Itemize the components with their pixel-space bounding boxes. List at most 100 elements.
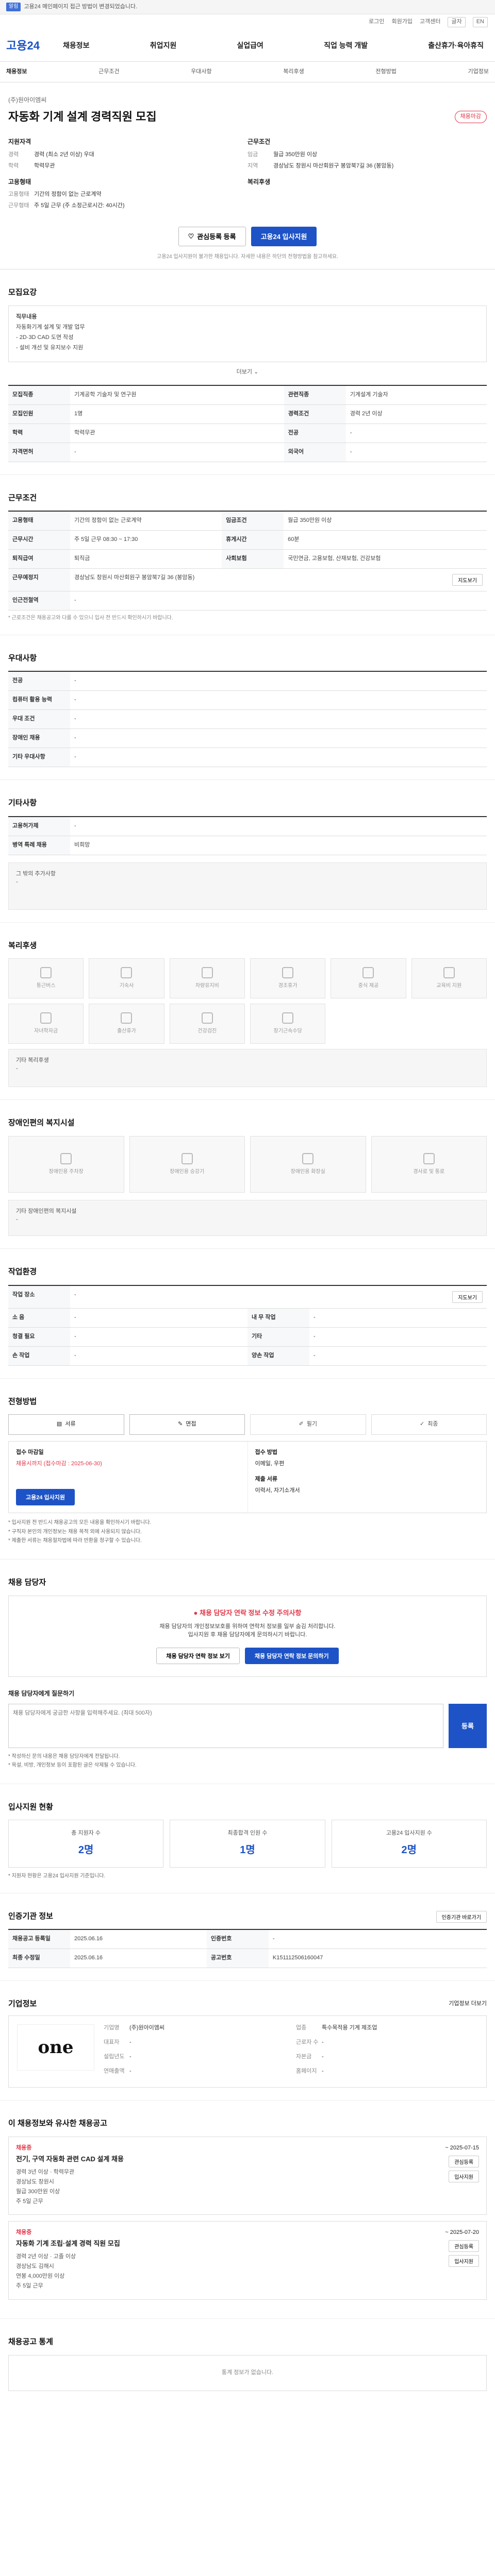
recruit-section: 모집요강 직무내용 자동화기계 설계 및 개발 업무 - 2D·3D CAD 도… xyxy=(0,269,495,475)
info-value: - xyxy=(322,2068,324,2075)
inquiry-input[interactable] xyxy=(8,1703,443,1748)
method-heading: 접수 방법 xyxy=(255,1449,278,1456)
gnb-benefit[interactable]: 실업급여 xyxy=(237,40,263,50)
deadline-value: 채용시까지 (접수마감 : 2025-06-30) xyxy=(16,1461,102,1467)
interest-button[interactable]: ♡ 관심등록 등록 xyxy=(178,226,246,246)
note-line: * 작성하신 문의 내용은 채용 담당자에게 전달됩니다. xyxy=(8,1753,120,1759)
table-row: 우대 조건 - xyxy=(8,709,487,730)
welfare-label: 출산휴가 xyxy=(117,1028,136,1035)
list-item[interactable]: 채용중 전기, 구역 자동화 관련 CAD 설계 채용 경력 3년 이상 · 학… xyxy=(8,2136,487,2215)
check-icon: ✓ xyxy=(420,1421,425,1428)
map-button[interactable]: 지도보기 xyxy=(452,574,483,586)
row-key: 컴퓨터 활용 능력 xyxy=(8,690,70,710)
process-notes: * 입사지원 전 반드시 채용공고의 모든 내용을 확인하시기 바랍니다. * … xyxy=(8,1519,487,1545)
row-key: 근무예정지 xyxy=(8,568,70,592)
tab-conditions[interactable]: 근무조건 xyxy=(98,68,119,76)
row-key: 경력조건 xyxy=(284,404,346,424)
row-key: 양손 작업 xyxy=(248,1346,309,1366)
tab-process[interactable]: 전형방법 xyxy=(375,68,396,76)
map-button[interactable]: 지도보기 xyxy=(452,1291,483,1303)
more-link[interactable]: 더보기 ⌄ xyxy=(8,368,487,377)
gnb-support[interactable]: 취업지원 xyxy=(150,40,177,50)
duty-line: 자동화기계 설계 및 개발 업무 xyxy=(16,324,85,330)
etc-table: 고용허가제 - 병역 특례 채용 비희망 xyxy=(8,816,487,855)
facility-extra: 기타 장애인편의 복지시설 - xyxy=(8,1200,487,1236)
rec-title[interactable]: 전기, 구역 자동화 관련 CAD 설계 채용 xyxy=(16,2155,124,2164)
rec-date: ~ 2025-07-15 xyxy=(445,2144,479,2151)
company-logo: one xyxy=(17,2024,94,2071)
row-key: 자격면허 xyxy=(8,443,70,462)
book-icon xyxy=(443,967,455,979)
warning-line: 채용 담당자의 개인정보보호를 위하여 연락처 정보를 일부 숨김 처리합니다. xyxy=(159,1623,336,1630)
table-row: 소 음-내 무 작업 - xyxy=(8,1308,487,1328)
cond-key: 지역 xyxy=(248,162,258,169)
row-key: 기타 xyxy=(248,1327,309,1347)
table-row: 학력 학력무관 전공 - xyxy=(8,423,487,443)
step-final: ✓ 최종 xyxy=(371,1414,487,1435)
condition-summary: 근무조건 임금 월급 350만원 이상 지역 경상남도 창원시 마산회원구 봉암북7… xyxy=(248,138,487,213)
rec-interest-button[interactable]: 관심등록 xyxy=(449,2155,479,2167)
table-row: 컴퓨터 활용 능력 - xyxy=(8,690,487,710)
view-contact-button[interactable]: 채용 담당자 연락 정보 보기 xyxy=(156,1648,240,1665)
gnb-leave[interactable]: 출산휴가·육아휴직 xyxy=(428,40,484,50)
table-row: 채용공고 등록일 2025.06.16 인증번호 - xyxy=(8,1929,487,1949)
tab-company[interactable]: 기업정보 xyxy=(468,68,488,76)
rec-meta: 연봉 4,000만원 이상 xyxy=(16,2273,65,2280)
rec-interest-button[interactable]: 관심등록 xyxy=(449,2240,479,2252)
row-key: 병역 특례 채용 xyxy=(8,836,70,855)
process-apply-button[interactable]: 고용24 입사지원 xyxy=(16,1489,75,1506)
row-key: 사회보험 xyxy=(222,549,284,569)
row-value: 비희망 xyxy=(70,836,487,855)
card-label: 최종합격 인원 수 xyxy=(227,1830,268,1837)
welfare-grid: 통근버스 기숙사 차량유지비 경조휴가 중식 제공 교육비 지원 xyxy=(8,958,487,999)
duty-heading: 직무내용 xyxy=(16,314,37,320)
status-card: 최종합격 인원 수 1명 xyxy=(170,1820,325,1868)
rec-meta: 월급 300만원 이상 xyxy=(16,2188,60,2195)
info-key: 기업명 xyxy=(104,2025,120,2031)
row-value: - xyxy=(309,1308,487,1328)
extra-value: - xyxy=(16,1065,18,1072)
tab-recruit[interactable]: 채용정보 xyxy=(6,68,27,76)
info-key: 대표자 xyxy=(104,2039,120,2046)
tab-preference[interactable]: 우대사항 xyxy=(191,68,211,76)
language-button[interactable]: EN xyxy=(472,17,488,27)
help-link[interactable]: 고객센터 xyxy=(420,18,440,26)
rec-apply-button[interactable]: 입사지원 xyxy=(449,2255,479,2267)
company-more-link[interactable]: 기업정보 더보기 xyxy=(449,2000,487,2008)
apply-button[interactable]: 고용24 입사지원 xyxy=(251,226,317,246)
ask-contact-button[interactable]: 채용 담당자 연락 정보 문의하기 xyxy=(244,1648,339,1665)
welfare-item-maternity: 출산휴가 xyxy=(89,1004,164,1044)
rec-title[interactable]: 자동화 기계 조립·설계 경력 직원 모집 xyxy=(16,2239,120,2249)
qual-heading: 지원자격 xyxy=(8,138,31,146)
table-row: 자격면허 - 외국어 - xyxy=(8,443,487,462)
inquiry-submit-button[interactable]: 등록 xyxy=(449,1703,487,1748)
tab-welfare[interactable]: 복리후생 xyxy=(283,68,304,76)
notice-text[interactable]: 고용24 메인페이지 접근 방법이 변경되었습니다. xyxy=(24,3,137,11)
row-key: 소 음 xyxy=(8,1308,70,1328)
welfare-item-longterm: 장기근속수당 xyxy=(250,1004,326,1044)
gnb-training[interactable]: 직업 능력 개발 xyxy=(324,40,368,50)
welfare-label: 기숙사 xyxy=(119,983,134,989)
company-name[interactable]: (주)원아이엠씨 xyxy=(8,96,487,105)
site-logo[interactable]: 고용24 xyxy=(6,38,63,54)
row-value: 국민연금, 고용보험, 산재보험, 건강보험 xyxy=(284,549,487,569)
signup-link[interactable]: 회원가입 xyxy=(392,18,412,26)
gnb-jobs[interactable]: 채용정보 xyxy=(63,40,90,50)
row-key: 관련직종 xyxy=(284,385,346,405)
row-key: 외국어 xyxy=(284,443,346,462)
row-value: 월급 350만원 이상 xyxy=(284,511,487,531)
agency-button[interactable]: 인증기관 바로가기 xyxy=(436,1910,487,1923)
font-size-button[interactable]: 글자 xyxy=(448,17,466,27)
login-link[interactable]: 로그인 xyxy=(369,18,384,26)
row-value: - xyxy=(309,1327,487,1347)
list-item[interactable]: 채용중 자동화 기계 조립·설계 경력 직원 모집 경력 2년 이상 · 고졸 … xyxy=(8,2221,487,2300)
row-value: - xyxy=(70,1308,248,1328)
table-row: 작업 장소 - 지도보기 xyxy=(8,1285,487,1309)
car-icon xyxy=(201,967,213,979)
welfare-grid: 자녀학자금 출산휴가 건강검진 장기근속수당 xyxy=(8,1004,487,1044)
section-title: 채용공고 통계 xyxy=(8,2337,53,2346)
more-label: 더보기 xyxy=(236,368,253,375)
rec-apply-button[interactable]: 입사지원 xyxy=(449,2170,479,2182)
info-key: 자본금 xyxy=(296,2054,312,2060)
heart-icon: ♡ xyxy=(188,232,194,240)
